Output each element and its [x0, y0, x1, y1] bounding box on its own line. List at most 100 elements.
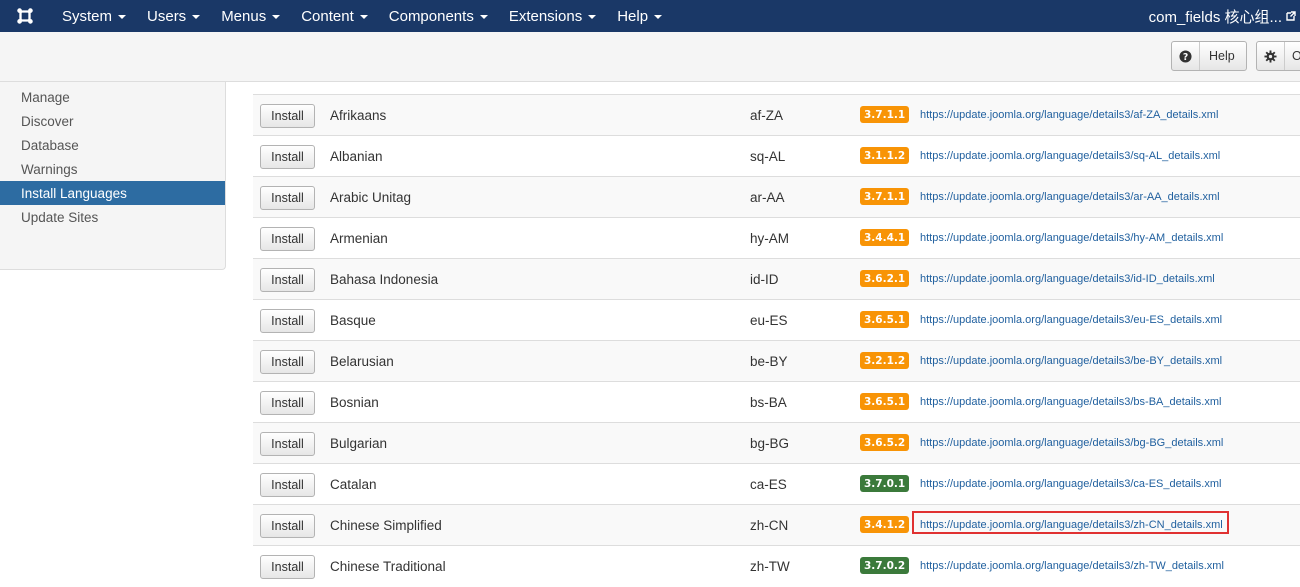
help-button[interactable]: ? Help — [1171, 41, 1247, 71]
language-tag: ca-ES — [750, 476, 787, 492]
details-url-link[interactable]: https://update.joomla.org/language/detai… — [920, 341, 1222, 381]
details-url-link[interactable]: https://update.joomla.org/language/detai… — [920, 505, 1223, 545]
details-url-link[interactable]: https://update.joomla.org/language/detai… — [920, 259, 1215, 299]
install-button[interactable]: Install — [260, 227, 315, 251]
caret-down-icon — [654, 15, 663, 19]
languages-table: Install Afrikaans af-ZA 3.7.1.1 https://upda… — [253, 82, 1300, 587]
question-circle-icon: ? — [1172, 42, 1200, 70]
menu-menus[interactable]: Menus — [209, 0, 289, 32]
menu-components[interactable]: Components — [377, 0, 497, 32]
caret-down-icon — [272, 15, 281, 19]
install-button[interactable]: Install — [260, 145, 315, 169]
details-url-link[interactable]: https://update.joomla.org/language/detai… — [920, 95, 1218, 135]
details-url-link[interactable]: https://update.joomla.org/language/detai… — [920, 382, 1221, 422]
version-badge: 3.6.5.1 — [860, 311, 910, 328]
table-row: Install Afrikaans af-ZA 3.7.1.1 https://upda… — [253, 94, 1300, 135]
version-badge: 3.1.1.2 — [860, 147, 910, 164]
install-button[interactable]: Install — [260, 432, 315, 456]
menu-content[interactable]: Content — [289, 0, 377, 32]
sidebar-item-install-languages[interactable]: Install Languages — [0, 181, 225, 205]
install-button[interactable]: Install — [260, 391, 315, 415]
language-name: Bulgarian — [330, 435, 388, 451]
install-button[interactable]: Install — [260, 350, 315, 374]
details-url-link[interactable]: https://update.joomla.org/language/detai… — [920, 300, 1222, 340]
sidebar-item-database[interactable]: Database — [0, 133, 225, 157]
caret-down-icon — [479, 15, 488, 19]
sidebar-item-manage[interactable]: Manage — [0, 85, 225, 109]
language-name: Chinese Simplified — [330, 517, 442, 533]
install-button[interactable]: Install — [260, 186, 315, 210]
table-row: Install Chinese Traditional zh-TW 3.7.0.2 ht… — [253, 545, 1300, 586]
toolbar: ? Help O — [0, 32, 1300, 82]
details-url-link[interactable]: https://update.joomla.org/language/detai… — [920, 218, 1223, 258]
language-tag: zh-TW — [750, 558, 790, 574]
language-name: Bosnian — [330, 394, 379, 410]
language-name: Chinese Traditional — [330, 558, 446, 574]
menu-system[interactable]: System — [50, 0, 135, 32]
table-row: Install Belarusian be-BY 3.2.1.2 https://upd… — [253, 340, 1300, 381]
menu-users[interactable]: Users — [135, 0, 209, 32]
joomla-logo-icon[interactable] — [0, 0, 50, 32]
details-url-link[interactable]: https://update.joomla.org/language/detai… — [920, 464, 1221, 504]
caret-down-icon — [118, 15, 127, 19]
language-tag: hy-AM — [750, 230, 790, 246]
language-tag: bg-BG — [750, 435, 790, 451]
menu-help[interactable]: Help — [605, 0, 671, 32]
top-navbar: System Users Menus Content Components Ex… — [0, 0, 1300, 32]
version-badge: 3.2.1.2 — [860, 352, 910, 369]
language-tag: zh-CN — [750, 517, 789, 533]
table-row: Install Bosnian bs-BA 3.6.5.1 https://update… — [253, 381, 1300, 422]
version-badge: 3.6.2.1 — [860, 270, 910, 287]
install-button[interactable]: Install — [260, 104, 315, 128]
language-tag: af-ZA — [750, 107, 784, 123]
install-button[interactable]: Install — [260, 473, 315, 497]
install-button[interactable]: Install — [260, 268, 315, 292]
options-button[interactable]: O — [1256, 41, 1300, 71]
language-tag: be-BY — [750, 353, 788, 369]
version-badge: 3.6.5.2 — [860, 434, 910, 451]
menu-extensions[interactable]: Extensions — [497, 0, 605, 32]
table-row: Install Bahasa Indonesia id-ID 3.6.2.1 https… — [253, 258, 1300, 299]
version-badge: 3.7.1.1 — [860, 106, 910, 123]
language-tag: ar-AA — [750, 189, 785, 205]
language-name: Albanian — [330, 148, 383, 164]
version-badge: 3.7.0.2 — [860, 557, 910, 574]
language-tag: id-ID — [750, 271, 779, 287]
gear-icon — [1257, 42, 1285, 70]
language-tag: bs-BA — [750, 394, 787, 410]
language-name: Armenian — [330, 230, 388, 246]
details-url-link[interactable]: https://update.joomla.org/language/detai… — [920, 546, 1224, 586]
version-badge: 3.4.4.1 — [860, 229, 910, 246]
install-button[interactable]: Install — [260, 309, 315, 333]
sidebar-item-update-sites[interactable]: Update Sites — [0, 205, 225, 229]
table-row: Install Bulgarian bg-BG 3.6.5.2 https://upda… — [253, 422, 1300, 463]
table-header-clipped — [330, 82, 390, 88]
language-tag: sq-AL — [750, 148, 786, 164]
sidebar-item-discover[interactable]: Discover — [0, 109, 225, 133]
sidebar-item-warnings[interactable]: Warnings — [0, 157, 225, 181]
table-row: Install Armenian hy-AM 3.4.4.1 https://updat… — [253, 217, 1300, 258]
table-row: Install Albanian sq-AL 3.1.1.2 https://updat… — [253, 135, 1300, 176]
caret-down-icon — [359, 15, 368, 19]
version-badge: 3.4.1.2 — [860, 516, 910, 533]
site-link[interactable]: com_fields 核心组... — [1149, 0, 1296, 32]
caret-down-icon — [588, 15, 597, 19]
language-name: Catalan — [330, 476, 377, 492]
table-row: Install Catalan ca-ES 3.7.0.1 https://update… — [253, 463, 1300, 504]
language-name: Basque — [330, 312, 376, 328]
language-name: Bahasa Indonesia — [330, 271, 439, 287]
language-name: Belarusian — [330, 353, 394, 369]
language-name: Arabic Unitag — [330, 189, 412, 205]
details-url-link[interactable]: https://update.joomla.org/language/detai… — [920, 423, 1223, 463]
install-button[interactable]: Install — [260, 555, 315, 579]
svg-text:?: ? — [1183, 51, 1188, 62]
version-badge: 3.7.0.1 — [860, 475, 910, 492]
version-badge: 3.7.1.1 — [860, 188, 910, 205]
details-url-link[interactable]: https://update.joomla.org/language/detai… — [920, 177, 1220, 217]
details-url-link[interactable]: https://update.joomla.org/language/detai… — [920, 136, 1220, 176]
sidebar: Manage Discover Database Warnings Instal… — [0, 82, 226, 270]
table-row: Install Basque eu-ES 3.6.5.1 https://update.… — [253, 299, 1300, 340]
install-button[interactable]: Install — [260, 514, 315, 538]
version-badge: 3.6.5.1 — [860, 393, 910, 410]
external-link-icon — [1286, 8, 1296, 25]
